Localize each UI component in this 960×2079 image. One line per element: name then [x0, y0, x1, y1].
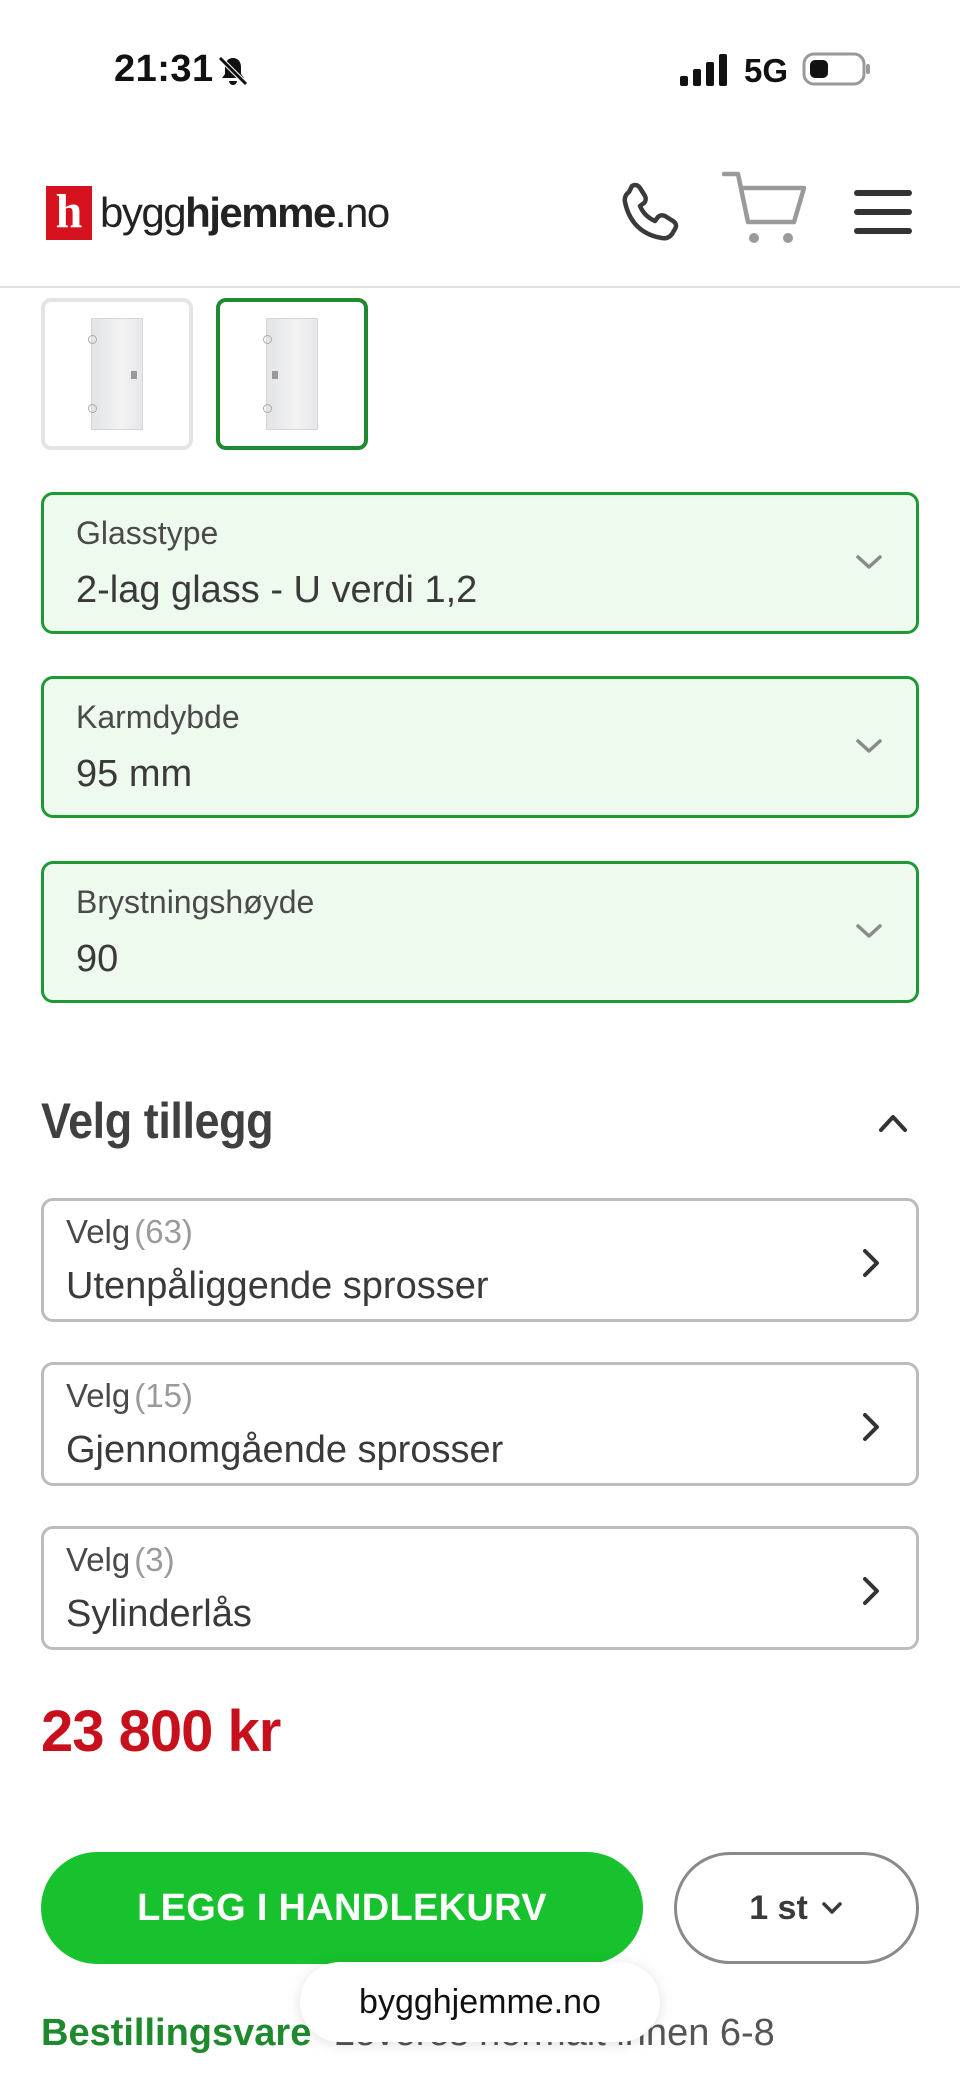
addon-prefix: Velg: [66, 1377, 131, 1414]
select-label: Karmdybde: [76, 699, 240, 735]
chevron-up-icon[interactable]: [876, 1110, 910, 1136]
select-value: 95 mm: [76, 753, 193, 795]
select-karmdybde[interactable]: Karmdybde 95 mm: [41, 676, 919, 818]
addon-prefix: Velg: [66, 1541, 131, 1578]
logo-wordmark: bygghjemme.no: [100, 189, 390, 236]
product-thumbnail-2-selected[interactable]: [216, 298, 368, 450]
bell-muted-icon: [218, 56, 248, 86]
logo-mark: h: [46, 186, 92, 240]
addon-row-utenpaliggende-sprosser[interactable]: Velg (63) Utenpåliggende sprosser: [41, 1198, 919, 1322]
door-image: [88, 318, 143, 430]
site-header: h bygghjemme.no: [0, 140, 960, 288]
chevron-down-icon: [856, 739, 882, 753]
addons-section-title: Velg tillegg: [41, 1093, 274, 1149]
chevron-down-icon: [856, 924, 882, 938]
add-to-cart-button[interactable]: LEGG I HANDLEKURV: [41, 1852, 643, 1964]
addon-row-sylinderlas[interactable]: Velg (3) Sylinderlås: [41, 1526, 919, 1650]
product-thumbnail-1[interactable]: [41, 298, 193, 450]
chevron-down-icon: [822, 1902, 842, 1914]
cellular-signal-icon: [680, 54, 727, 86]
select-label: Brystningshøyde: [76, 884, 315, 920]
addon-name: Utenpåliggende sprosser: [66, 1265, 489, 1307]
chevron-down-icon: [856, 555, 882, 569]
select-label: Glasstype: [76, 515, 219, 551]
quantity-select[interactable]: 1 st: [674, 1852, 919, 1964]
network-type: 5G: [744, 52, 789, 89]
addon-count: (3): [134, 1541, 175, 1578]
browser-url-pill[interactable]: bygghjemme.no: [300, 1962, 660, 2042]
site-logo[interactable]: h bygghjemme.no: [46, 184, 390, 242]
addon-prefix: Velg: [66, 1213, 131, 1250]
status-bar: 21:31 5G: [0, 0, 960, 140]
addon-row-gjennomgaende-sprosser[interactable]: Velg (15) Gjennomgående sprosser: [41, 1362, 919, 1486]
select-glasstype[interactable]: Glasstype 2-lag glass - U verdi 1,2: [41, 492, 919, 634]
select-brystningshoyde[interactable]: Brystningshøyde 90: [41, 861, 919, 1003]
phone-icon[interactable]: [618, 180, 684, 246]
addon-name: Sylinderlås: [66, 1593, 252, 1635]
hamburger-menu-icon[interactable]: [854, 188, 912, 236]
addon-count: (63): [134, 1213, 193, 1250]
status-time: 21:31: [114, 48, 214, 90]
addon-count: (15): [134, 1377, 193, 1414]
cart-icon[interactable]: [722, 168, 810, 250]
addon-name: Gjennomgående sprosser: [66, 1429, 504, 1471]
door-image: [263, 318, 318, 430]
chevron-right-icon: [863, 1577, 879, 1605]
chevron-right-icon: [863, 1249, 879, 1277]
quantity-value: 1 st: [749, 1888, 808, 1927]
chevron-right-icon: [863, 1413, 879, 1441]
select-value: 2-lag glass - U verdi 1,2: [76, 569, 478, 611]
product-price: 23 800 kr: [41, 1699, 281, 1764]
select-value: 90: [76, 938, 119, 980]
availability-status: Bestillingsvare: [41, 2012, 312, 2054]
battery-icon: [802, 52, 870, 86]
